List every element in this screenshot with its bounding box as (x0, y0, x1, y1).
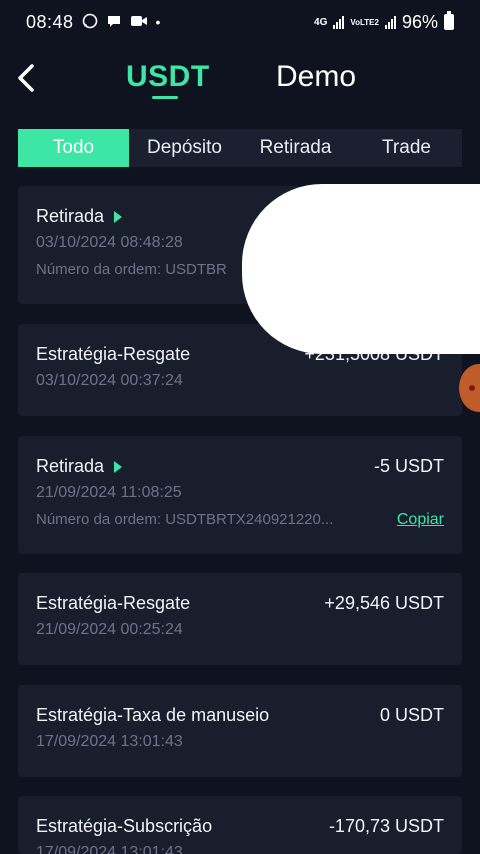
transaction-date: 21/09/2024 00:25:24 (36, 621, 183, 638)
transaction-order-number: Número da ordem: USDTBR (36, 261, 227, 278)
transaction-title: Retirada (36, 206, 105, 226)
status-bar: 08:48 • 4G VoLTE2 96% (0, 0, 480, 44)
transaction-date: 03/10/2024 00:37:24 (36, 372, 183, 389)
network-4g-label: 4G (314, 16, 328, 28)
battery-icon (444, 11, 454, 30)
back-arrow-icon (18, 64, 34, 92)
transaction-card[interactable]: Estratégia-Subscrição -170,73 USDT 17/09… (18, 796, 462, 854)
tab-usdt[interactable]: USDT (126, 60, 210, 94)
transaction-amount: 0 USDT (379, 705, 444, 725)
transaction-amount: -170,73 USDT (328, 816, 444, 836)
filter-tab-todo[interactable]: Todo (18, 129, 129, 167)
transaction-title: Estratégia-Resgate (36, 344, 191, 364)
signal-icon (333, 15, 345, 29)
signal-2-icon (384, 15, 396, 29)
filter-tab-deposito[interactable]: Depósito (129, 129, 240, 167)
transaction-title-wrap: Retirada (36, 456, 123, 477)
video-icon (130, 14, 148, 30)
transaction-date: 17/09/2024 13:01:43 (36, 733, 183, 750)
network-volte-label: VoLTE2 (350, 17, 379, 27)
whatsapp-icon (82, 13, 98, 31)
transaction-card[interactable]: Estratégia-Taxa de manuseio 0 USDT 17/09… (18, 685, 462, 777)
redaction-overlay (242, 184, 480, 354)
filter-tab-trade[interactable]: Trade (351, 129, 462, 167)
battery-percent: 96% (401, 11, 438, 32)
floating-assistant-icon[interactable] (459, 364, 480, 412)
transaction-title: Estratégia-Resgate (36, 593, 191, 613)
copy-button[interactable]: Copiar (397, 511, 444, 529)
transaction-date: 03/10/2024 08:48:28 (36, 234, 183, 251)
status-time: 08:48 (26, 11, 74, 32)
transaction-date: 17/09/2024 13:01:43 (36, 844, 183, 854)
filter-tabs: Todo Depósito Retirada Trade (18, 129, 462, 167)
transaction-amount: +29,546 USDT (324, 593, 444, 613)
tab-demo[interactable]: Demo (276, 60, 356, 94)
transaction-date: 21/09/2024 11:08:25 (36, 484, 182, 501)
transaction-title: Retirada (36, 456, 105, 476)
header: USDT Demo (0, 50, 480, 106)
active-tab-indicator (152, 96, 178, 99)
transaction-amount: -5 USDT (373, 456, 444, 476)
transaction-order-number: Número da ordem: USDTBRTX240921220... (36, 511, 334, 528)
transaction-title-wrap: Retirada (36, 206, 123, 227)
transaction-title: Estratégia-Subscrição (36, 816, 213, 836)
transaction-card[interactable]: Retirada -5 USDT 21/09/2024 11:08:25 Núm… (18, 436, 462, 554)
back-button[interactable] (12, 58, 52, 98)
transaction-card[interactable]: Estratégia-Resgate +29,546 USDT 21/09/20… (18, 573, 462, 665)
filter-tab-retirada[interactable]: Retirada (240, 129, 351, 167)
chat-icon (106, 13, 122, 31)
play-icon[interactable] (114, 210, 123, 223)
play-icon[interactable] (114, 460, 123, 473)
transaction-title: Estratégia-Taxa de manuseio (36, 705, 270, 725)
notification-dot-icon: • (155, 14, 161, 30)
